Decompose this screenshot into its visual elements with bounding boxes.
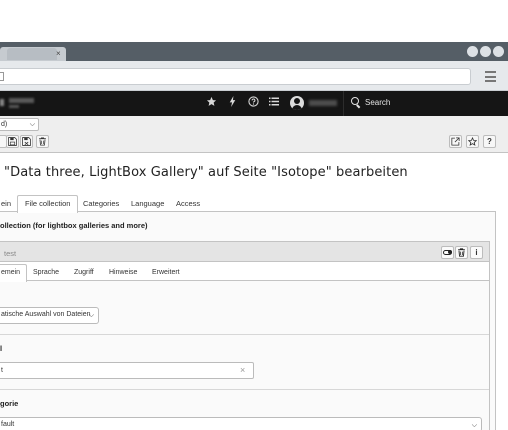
clear-input-icon[interactable]: × (240, 365, 245, 375)
tab-access[interactable]: Access (168, 195, 208, 212)
address-bar[interactable] (0, 68, 471, 85)
field-divider (0, 334, 489, 335)
search-label: Search (365, 97, 391, 107)
browser-titlebar (0, 42, 508, 61)
title-input[interactable]: t (0, 362, 254, 379)
open-in-new-window-icon[interactable] (449, 135, 462, 148)
category-select-value: fault (1, 421, 15, 428)
question-circle-icon[interactable] (246, 96, 260, 110)
field-divider (0, 389, 489, 390)
tab-hinweise[interactable]: Hinweise (102, 264, 144, 281)
chevron-down-icon: ⌵ (29, 121, 35, 128)
tab-allgemein[interactable]: emein (0, 264, 28, 282)
page-icon (0, 72, 4, 81)
record-header[interactable] (0, 242, 489, 262)
search-toggle[interactable]: Search (351, 97, 390, 107)
tab-categories[interactable]: Categories (75, 195, 127, 212)
save-and-close-button[interactable] (20, 135, 33, 148)
help-button[interactable]: ? (483, 135, 496, 148)
doc-header (0, 116, 508, 153)
topbar-divider (343, 91, 344, 116)
page-title: "Data three, LightBox Gallery" auf Seite… (4, 165, 408, 180)
palette-title: ollection (for lightbox galleries and mo… (0, 221, 148, 230)
star-icon[interactable] (204, 96, 218, 110)
trash-icon[interactable] (455, 246, 468, 259)
tab-zugriff[interactable]: Zugriff (67, 264, 101, 281)
language-select[interactable]: d) ⌵ (0, 118, 39, 131)
tab-erweitert[interactable]: Erweitert (145, 264, 187, 281)
tab-sprache[interactable]: Sprache (26, 264, 66, 281)
browser-menu-icon[interactable] (485, 71, 496, 82)
minimize-window-button[interactable] (467, 46, 478, 57)
bookmark-star-icon[interactable] (466, 135, 479, 148)
save-button[interactable] (6, 135, 19, 148)
sub-tab-panel (0, 281, 489, 430)
title-label: l (0, 344, 3, 353)
toggle-visibility-icon[interactable] (441, 246, 454, 259)
type-select-value: atische Auswahl von Dateien (1, 311, 91, 318)
user-avatar[interactable] (290, 96, 304, 110)
site-logo (0, 98, 34, 108)
close-tab-icon[interactable]: × (56, 49, 61, 59)
bolt-icon[interactable] (225, 96, 239, 110)
browser-tab-active[interactable] (7, 48, 57, 60)
chevron-down-icon: ⌵ (471, 422, 477, 429)
trash-icon[interactable] (36, 135, 49, 148)
search-icon (351, 97, 361, 107)
info-icon[interactable]: i (470, 246, 483, 259)
category-select[interactable]: fault ⌵ (0, 417, 482, 430)
record-title[interactable]: test (4, 249, 16, 258)
chevron-down-icon: ⌵ (88, 312, 94, 319)
tab-file-collection[interactable]: File collection (17, 195, 79, 213)
username[interactable] (309, 100, 337, 106)
type-select[interactable]: atische Auswahl von Dateien ⌵ (0, 307, 99, 324)
list-icon[interactable] (267, 96, 281, 110)
tab-language[interactable]: Language (123, 195, 172, 212)
category-label: gorie (0, 399, 19, 408)
close-window-button[interactable] (493, 46, 504, 57)
language-select-value: d) (1, 121, 8, 128)
maximize-window-button[interactable] (480, 46, 491, 57)
